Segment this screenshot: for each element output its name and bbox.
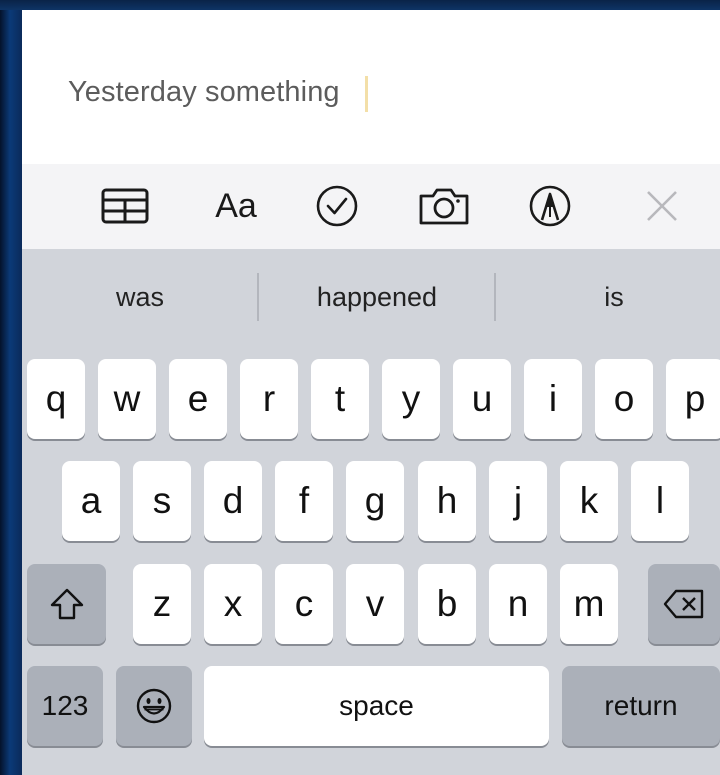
checklist-icon (316, 185, 358, 227)
key-s[interactable]: s (133, 461, 191, 541)
shift-icon (50, 588, 83, 620)
table-icon (101, 188, 149, 224)
key-u[interactable]: u (453, 359, 511, 439)
format-toolbar: Aa (22, 164, 720, 249)
key-n[interactable]: n (489, 564, 547, 644)
key-z[interactable]: z (133, 564, 191, 644)
key-w[interactable]: w (98, 359, 156, 439)
camera-button[interactable] (416, 184, 472, 228)
key-i[interactable]: i (524, 359, 582, 439)
numbers-key[interactable]: 123 (27, 666, 103, 746)
key-l[interactable]: l (631, 461, 689, 541)
format-text-icon: Aa (215, 186, 257, 225)
key-x[interactable]: x (204, 564, 262, 644)
device-top-edge (0, 0, 720, 10)
text-cursor (365, 76, 368, 112)
key-p[interactable]: p (666, 359, 720, 439)
key-d[interactable]: d (204, 461, 262, 541)
checklist-button[interactable] (314, 184, 360, 228)
key-a[interactable]: a (62, 461, 120, 541)
key-c[interactable]: c (275, 564, 333, 644)
suggestion-3[interactable]: is (496, 249, 720, 345)
key-e[interactable]: e (169, 359, 227, 439)
note-text[interactable]: Yesterday something (68, 76, 340, 109)
shift-key[interactable] (27, 564, 106, 644)
key-j[interactable]: j (489, 461, 547, 541)
space-key[interactable]: space (204, 666, 549, 746)
key-o[interactable]: o (595, 359, 653, 439)
key-m[interactable]: m (560, 564, 618, 644)
key-r[interactable]: r (240, 359, 298, 439)
key-k[interactable]: k (560, 461, 618, 541)
notes-screen: Yesterday something Aa was happened is q… (22, 10, 720, 775)
format-text-button[interactable]: Aa (208, 184, 264, 228)
key-v[interactable]: v (346, 564, 404, 644)
key-b[interactable]: b (418, 564, 476, 644)
key-t[interactable]: t (311, 359, 369, 439)
suggestion-1[interactable]: was (22, 249, 258, 345)
note-body[interactable]: Yesterday something (22, 10, 720, 164)
backspace-icon (663, 589, 704, 619)
camera-icon (419, 188, 469, 225)
markup-button[interactable] (526, 184, 574, 228)
keyboard: was happened is q w e r t y u i o p a s … (22, 249, 720, 775)
emoji-icon (136, 688, 172, 724)
suggestion-2[interactable]: happened (259, 249, 495, 345)
markup-pen-icon (529, 185, 571, 227)
close-icon (647, 191, 677, 221)
emoji-key[interactable] (116, 666, 192, 746)
return-key[interactable]: return (562, 666, 720, 746)
key-h[interactable]: h (418, 461, 476, 541)
key-g[interactable]: g (346, 461, 404, 541)
key-f[interactable]: f (275, 461, 333, 541)
close-button[interactable] (640, 184, 684, 228)
delete-key[interactable] (648, 564, 720, 644)
key-q[interactable]: q (27, 359, 85, 439)
table-button[interactable] (99, 184, 151, 228)
key-y[interactable]: y (382, 359, 440, 439)
